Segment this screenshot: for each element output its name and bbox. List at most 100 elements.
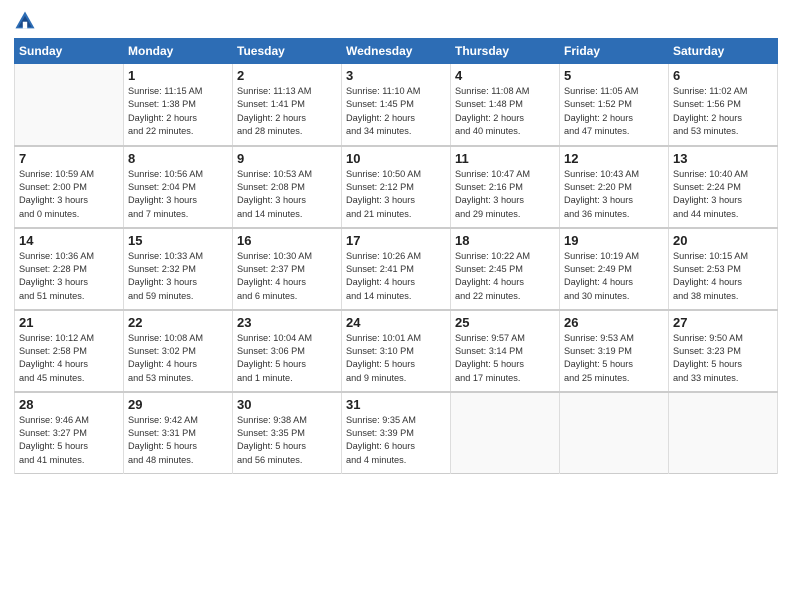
day-info: Sunrise: 11:13 AM Sunset: 1:41 PM Daylig… bbox=[237, 85, 337, 138]
week-row-2: 7 Sunrise: 10:59 AM Sunset: 2:00 PM Dayli… bbox=[15, 146, 778, 228]
day-cell: 2Sunrise: 11:13 AM Sunset: 1:41 PM Dayli… bbox=[233, 64, 342, 146]
weekday-header-sunday: Sunday bbox=[15, 39, 124, 64]
week-row-4: 21 Sunrise: 10:12 AM Sunset: 2:58 PM Dayl… bbox=[15, 310, 778, 392]
day-info: Sunrise: 9:46 AM Sunset: 3:27 PM Dayligh… bbox=[19, 414, 119, 467]
day-info: Sunrise: 10:40 AM Sunset: 2:24 PM Daylig… bbox=[673, 168, 773, 221]
day-cell: 18Sunrise: 10:22 AM Sunset: 2:45 PM Dayl… bbox=[451, 228, 560, 310]
day-info: Sunrise: 9:50 AM Sunset: 3:23 PM Dayligh… bbox=[673, 332, 773, 385]
day-info: Sunrise: 10:04 AM Sunset: 3:06 PM Daylig… bbox=[237, 332, 337, 385]
day-number: 19 bbox=[564, 233, 664, 248]
day-number: 31 bbox=[346, 397, 446, 412]
day-cell: 19 Sunrise: 10:19 AM Sunset: 2:49 PM Dayl… bbox=[560, 228, 669, 310]
day-number: 20 bbox=[673, 233, 773, 248]
day-number: 5 bbox=[564, 68, 664, 83]
day-info: Sunrise: 9:53 AM Sunset: 3:19 PM Dayligh… bbox=[564, 332, 664, 385]
weekday-header-saturday: Saturday bbox=[669, 39, 778, 64]
day-number: 16 bbox=[237, 233, 337, 248]
day-number: 7 bbox=[19, 151, 119, 166]
day-info: Sunrise: 11:02 AM Sunset: 1:56 PM Daylig… bbox=[673, 85, 773, 138]
day-info: Sunrise: 10:56 AM Sunset: 2:04 PM Daylig… bbox=[128, 168, 228, 221]
day-info: Sunrise: 10:50 AM Sunset: 2:12 PM Daylig… bbox=[346, 168, 446, 221]
calendar-table: SundayMondayTuesdayWednesdayThursdayFrid… bbox=[14, 38, 778, 474]
day-number: 30 bbox=[237, 397, 337, 412]
day-cell bbox=[451, 392, 560, 474]
day-number: 21 bbox=[19, 315, 119, 330]
day-info: Sunrise: 10:12 AM Sunset: 2:58 PM Daylig… bbox=[19, 332, 119, 385]
day-cell bbox=[15, 64, 124, 146]
day-cell: 5 Sunrise: 11:05 AM Sunset: 1:52 PM Dayli… bbox=[560, 64, 669, 146]
day-cell: 21 Sunrise: 10:12 AM Sunset: 2:58 PM Dayl… bbox=[15, 310, 124, 392]
week-row-3: 14Sunrise: 10:36 AM Sunset: 2:28 PM Dayl… bbox=[15, 228, 778, 310]
day-number: 6 bbox=[673, 68, 773, 83]
day-info: Sunrise: 10:43 AM Sunset: 2:20 PM Daylig… bbox=[564, 168, 664, 221]
day-cell: 23 Sunrise: 10:04 AM Sunset: 3:06 PM Dayl… bbox=[233, 310, 342, 392]
day-info: Sunrise: 10:15 AM Sunset: 2:53 PM Daylig… bbox=[673, 250, 773, 303]
day-cell: 22 Sunrise: 10:08 AM Sunset: 3:02 PM Dayl… bbox=[124, 310, 233, 392]
day-cell bbox=[560, 392, 669, 474]
day-number: 26 bbox=[564, 315, 664, 330]
day-cell: 10 Sunrise: 10:50 AM Sunset: 2:12 PM Dayl… bbox=[342, 146, 451, 228]
day-cell: 25 Sunrise: 9:57 AM Sunset: 3:14 PM Dayli… bbox=[451, 310, 560, 392]
day-info: Sunrise: 9:57 AM Sunset: 3:14 PM Dayligh… bbox=[455, 332, 555, 385]
day-number: 1 bbox=[128, 68, 228, 83]
day-cell: 20 Sunrise: 10:15 AM Sunset: 2:53 PM Dayl… bbox=[669, 228, 778, 310]
weekday-header-row: SundayMondayTuesdayWednesdayThursdayFrid… bbox=[15, 39, 778, 64]
day-cell: 28Sunrise: 9:46 AM Sunset: 3:27 PM Dayli… bbox=[15, 392, 124, 474]
day-number: 27 bbox=[673, 315, 773, 330]
day-cell: 7 Sunrise: 10:59 AM Sunset: 2:00 PM Dayli… bbox=[15, 146, 124, 228]
day-number: 10 bbox=[346, 151, 446, 166]
day-cell: 11Sunrise: 10:47 AM Sunset: 2:16 PM Dayl… bbox=[451, 146, 560, 228]
day-number: 22 bbox=[128, 315, 228, 330]
weekday-header-tuesday: Tuesday bbox=[233, 39, 342, 64]
weekday-header-monday: Monday bbox=[124, 39, 233, 64]
day-number: 23 bbox=[237, 315, 337, 330]
day-info: Sunrise: 10:30 AM Sunset: 2:37 PM Daylig… bbox=[237, 250, 337, 303]
day-info: Sunrise: 11:08 AM Sunset: 1:48 PM Daylig… bbox=[455, 85, 555, 138]
header bbox=[14, 10, 778, 32]
week-row-1: 1Sunrise: 11:15 AM Sunset: 1:38 PM Dayli… bbox=[15, 64, 778, 146]
day-number: 3 bbox=[346, 68, 446, 83]
day-number: 11 bbox=[455, 151, 555, 166]
logo bbox=[14, 10, 40, 32]
day-number: 29 bbox=[128, 397, 228, 412]
day-number: 8 bbox=[128, 151, 228, 166]
day-info: Sunrise: 9:35 AM Sunset: 3:39 PM Dayligh… bbox=[346, 414, 446, 467]
day-info: Sunrise: 11:05 AM Sunset: 1:52 PM Daylig… bbox=[564, 85, 664, 138]
day-info: Sunrise: 10:22 AM Sunset: 2:45 PM Daylig… bbox=[455, 250, 555, 303]
logo-icon bbox=[14, 10, 36, 32]
day-info: Sunrise: 10:01 AM Sunset: 3:10 PM Daylig… bbox=[346, 332, 446, 385]
weekday-header-wednesday: Wednesday bbox=[342, 39, 451, 64]
day-cell: 4 Sunrise: 11:08 AM Sunset: 1:48 PM Dayli… bbox=[451, 64, 560, 146]
day-info: Sunrise: 10:33 AM Sunset: 2:32 PM Daylig… bbox=[128, 250, 228, 303]
day-info: Sunrise: 10:53 AM Sunset: 2:08 PM Daylig… bbox=[237, 168, 337, 221]
day-info: Sunrise: 10:19 AM Sunset: 2:49 PM Daylig… bbox=[564, 250, 664, 303]
day-number: 14 bbox=[19, 233, 119, 248]
day-number: 24 bbox=[346, 315, 446, 330]
day-cell: 24 Sunrise: 10:01 AM Sunset: 3:10 PM Dayl… bbox=[342, 310, 451, 392]
weekday-header-thursday: Thursday bbox=[451, 39, 560, 64]
day-cell: 13 Sunrise: 10:40 AM Sunset: 2:24 PM Dayl… bbox=[669, 146, 778, 228]
day-info: Sunrise: 9:42 AM Sunset: 3:31 PM Dayligh… bbox=[128, 414, 228, 467]
weekday-header-friday: Friday bbox=[560, 39, 669, 64]
day-number: 25 bbox=[455, 315, 555, 330]
day-info: Sunrise: 10:59 AM Sunset: 2:00 PM Daylig… bbox=[19, 168, 119, 221]
day-cell: 29 Sunrise: 9:42 AM Sunset: 3:31 PM Dayli… bbox=[124, 392, 233, 474]
day-number: 13 bbox=[673, 151, 773, 166]
day-cell: 30 Sunrise: 9:38 AM Sunset: 3:35 PM Dayli… bbox=[233, 392, 342, 474]
day-info: Sunrise: 9:38 AM Sunset: 3:35 PM Dayligh… bbox=[237, 414, 337, 467]
day-cell: 16 Sunrise: 10:30 AM Sunset: 2:37 PM Dayl… bbox=[233, 228, 342, 310]
day-cell: 15 Sunrise: 10:33 AM Sunset: 2:32 PM Dayl… bbox=[124, 228, 233, 310]
day-cell: 26 Sunrise: 9:53 AM Sunset: 3:19 PM Dayli… bbox=[560, 310, 669, 392]
day-info: Sunrise: 10:08 AM Sunset: 3:02 PM Daylig… bbox=[128, 332, 228, 385]
day-number: 4 bbox=[455, 68, 555, 83]
day-cell: 8 Sunrise: 10:56 AM Sunset: 2:04 PM Dayli… bbox=[124, 146, 233, 228]
day-number: 15 bbox=[128, 233, 228, 248]
day-cell: 14Sunrise: 10:36 AM Sunset: 2:28 PM Dayl… bbox=[15, 228, 124, 310]
day-cell: 31 Sunrise: 9:35 AM Sunset: 3:39 PM Dayli… bbox=[342, 392, 451, 474]
day-cell: 6 Sunrise: 11:02 AM Sunset: 1:56 PM Dayli… bbox=[669, 64, 778, 146]
day-info: Sunrise: 11:10 AM Sunset: 1:45 PM Daylig… bbox=[346, 85, 446, 138]
day-number: 9 bbox=[237, 151, 337, 166]
day-cell: 17Sunrise: 10:26 AM Sunset: 2:41 PM Dayl… bbox=[342, 228, 451, 310]
day-info: Sunrise: 10:26 AM Sunset: 2:41 PM Daylig… bbox=[346, 250, 446, 303]
day-number: 12 bbox=[564, 151, 664, 166]
